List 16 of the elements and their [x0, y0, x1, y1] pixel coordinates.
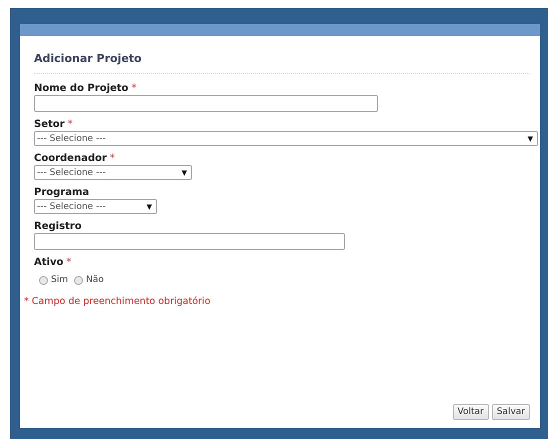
radio-button[interactable]	[74, 276, 83, 284]
required-note: * Campo de preenchimento obrigatório	[24, 296, 212, 307]
radio-label: Não	[86, 275, 104, 285]
radio-label: Sim	[51, 275, 68, 285]
form-title: Adicionar Projeto	[34, 52, 143, 65]
text-input[interactable]	[34, 233, 345, 250]
form-button[interactable]: Salvar	[492, 404, 530, 420]
field-label: Registro	[34, 221, 82, 232]
field-label: Ativo *	[34, 257, 72, 268]
radio-button[interactable]	[39, 276, 48, 284]
text-input[interactable]	[34, 95, 378, 112]
field-label: Coordenador *	[34, 153, 115, 164]
field-label: Nome do Projeto *	[34, 83, 136, 94]
form-button[interactable]: Voltar	[452, 404, 489, 420]
field-label: Setor *	[34, 119, 73, 130]
field-label: Programa	[34, 187, 90, 198]
